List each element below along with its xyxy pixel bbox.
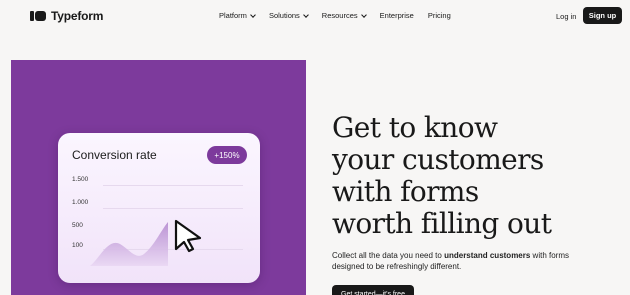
growth-badge: +150% (207, 146, 247, 164)
typeform-logo[interactable]: Typeform (30, 9, 103, 23)
chevron-down-icon (250, 11, 256, 18)
conversion-card: Conversion rate +150% 1.500 1.000 500 10… (58, 133, 260, 283)
menu-solutions[interactable]: Solutions (268, 11, 309, 20)
hero-headline: Get to know your customers with forms wo… (332, 111, 552, 240)
hero-subtext: Collect all the data you need to underst… (332, 250, 572, 272)
tick-label: 500 (72, 222, 83, 229)
subtext-part: Collect all the data you need to (332, 251, 445, 260)
chevron-down-icon (360, 11, 367, 18)
menu-platform-label: Platform (219, 11, 247, 20)
tick-label: 100 (72, 242, 83, 249)
main-menu: Platform Solutions Resources Enterprise … (219, 11, 465, 20)
typeform-logo-icon (30, 11, 46, 21)
tick-label: 1.000 (72, 199, 89, 206)
subtext-emphasis: understand customers (444, 251, 531, 260)
cursor-icon (174, 219, 202, 253)
gridline (103, 185, 243, 186)
menu-resources-label: Resources (321, 11, 358, 20)
menu-resources[interactable]: Resources (321, 11, 367, 20)
signup-button[interactable]: Sign up (583, 7, 622, 24)
chevron-down-icon (302, 11, 309, 18)
top-nav: Typeform Platform Solutions Resources En… (0, 0, 630, 34)
menu-pricing[interactable]: Pricing (428, 11, 451, 20)
card-title: Conversion rate (72, 148, 157, 162)
tick-label: 1.500 (72, 176, 89, 183)
get-started-button[interactable]: Get started—it's free (332, 285, 414, 295)
headline-line: Get to know (332, 111, 498, 144)
headline-line: your customers (332, 143, 544, 176)
menu-platform[interactable]: Platform (219, 11, 256, 20)
headline-line: worth filling out (332, 207, 552, 240)
area-chart (90, 219, 202, 266)
menu-enterprise-label: Enterprise (379, 11, 414, 20)
menu-pricing-label: Pricing (427, 11, 451, 20)
login-link[interactable]: Log in (556, 12, 576, 21)
area-series (90, 222, 168, 266)
brand-name: Typeform (51, 9, 104, 23)
gridline (103, 208, 243, 209)
menu-enterprise[interactable]: Enterprise (380, 11, 414, 20)
menu-solutions-label: Solutions (268, 11, 300, 20)
headline-line: with forms (332, 175, 479, 208)
